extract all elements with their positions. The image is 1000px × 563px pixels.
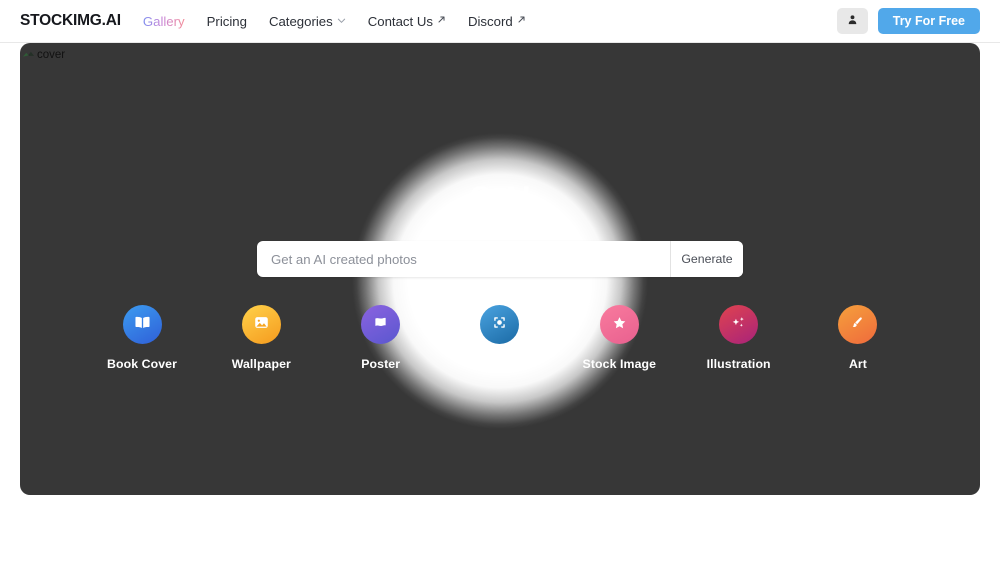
category-label: Illustration [707,357,771,371]
main-navigation: Gallery Pricing Categories Contact Us Di… [143,14,526,29]
focus-scan-icon [490,313,509,337]
nav-item-categories[interactable]: Categories [269,14,346,29]
prompt-input[interactable] [257,241,670,277]
brand-logo[interactable]: STOCKIMG.AI [20,12,121,30]
chevron-down-icon [337,16,346,25]
image-icon [252,313,271,337]
category-item-book-cover[interactable]: Book Cover [90,305,194,371]
category-label: Stock Image [583,357,657,371]
sparkles-icon [729,313,748,337]
category-icon-circle [838,305,877,344]
header-actions: Try For Free [837,8,980,34]
category-icon-circle [480,305,519,344]
category-label: Book Cover [107,357,177,371]
category-icon-circle [361,305,400,344]
category-icon-circle [719,305,758,344]
category-label: Art [849,357,867,371]
hero-banner: cover G AI Generate [20,43,980,495]
site-header: STOCKIMG.AI Gallery Pricing Categories C… [0,0,1000,43]
category-item-wallpaper[interactable]: Wallpaper [209,305,313,371]
hero-section-wrapper: cover G AI Generate [0,43,1000,495]
nav-item-gallery[interactable]: Gallery [143,14,185,29]
category-icon-circle [600,305,639,344]
category-item-illustration[interactable]: Illustration [687,305,791,371]
broken-image-icon [22,47,35,63]
nav-item-label: Discord [468,14,513,29]
external-link-icon [517,15,526,24]
flag-icon [371,313,390,337]
category-list: Book Cover Wallpaper [90,305,910,371]
category-icon-circle [123,305,162,344]
nav-item-label: Pricing [207,14,247,29]
category-item-stock-image[interactable]: Stock Image [567,305,671,371]
nav-item-contact-us[interactable]: Contact Us [368,14,446,29]
hero-headline: G AI [469,181,530,215]
prompt-search-bar: Generate [257,241,743,277]
try-for-free-button[interactable]: Try For Free [878,8,980,34]
star-icon [610,313,629,337]
category-label: Wallpaper [232,357,291,371]
nav-item-label: Categories [269,14,333,29]
category-item-poster[interactable]: Poster [329,305,433,371]
nav-item-discord[interactable]: Discord [468,14,526,29]
category-label: Poster [361,357,400,371]
account-button[interactable] [837,8,868,34]
nav-item-label: Contact Us [368,14,433,29]
nav-item-label: Gallery [143,14,185,29]
brush-icon [848,313,867,337]
generate-button[interactable]: Generate [670,241,743,277]
category-icon-circle [242,305,281,344]
broken-image-placeholder: cover [22,47,65,63]
category-item-art[interactable]: Art [806,305,910,371]
nav-item-pricing[interactable]: Pricing [207,14,247,29]
category-item-obscured[interactable] [448,305,552,357]
broken-image-alt-text: cover [37,49,65,61]
book-open-icon [133,313,152,337]
external-link-icon [437,15,446,24]
person-icon [847,12,858,30]
